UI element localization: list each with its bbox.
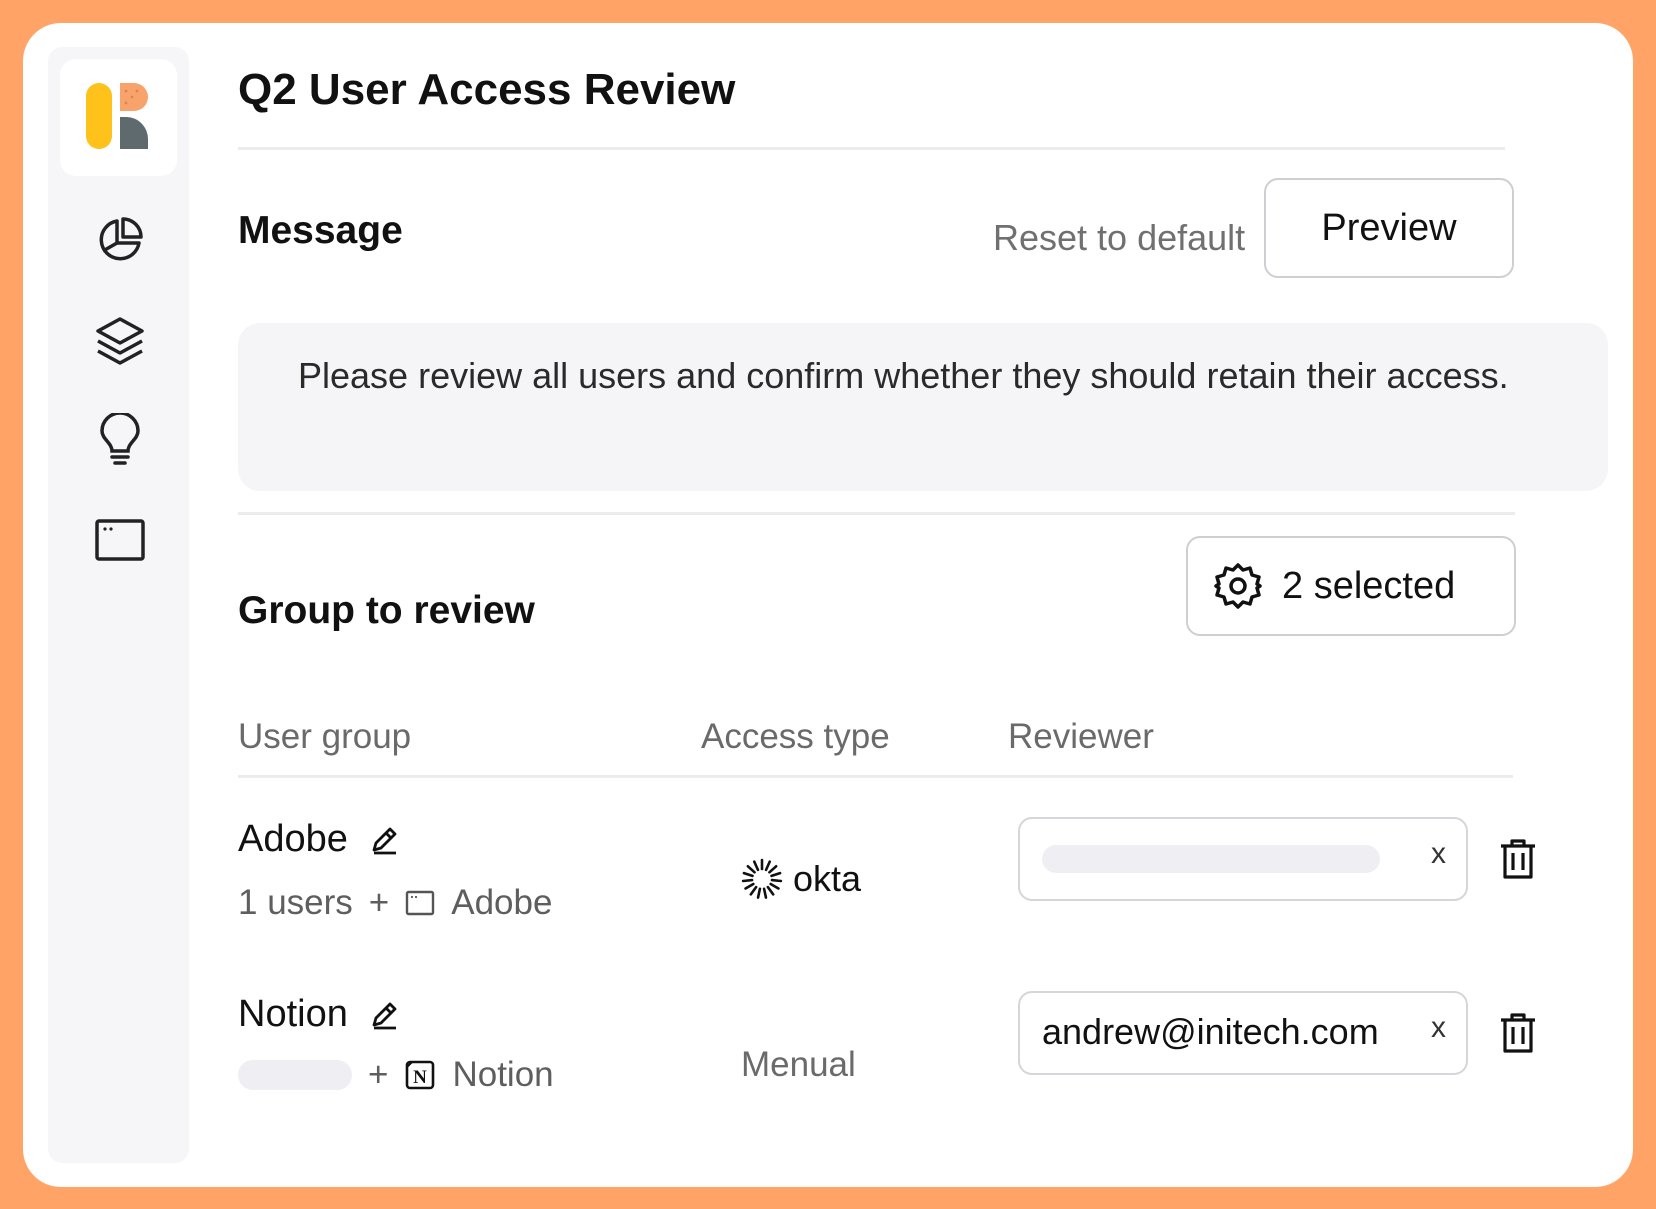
okta-logo-icon (741, 858, 783, 899)
lightbulb-icon (100, 413, 140, 465)
table-row-notion-name: Notion (238, 993, 400, 1036)
layers-icon (96, 317, 144, 365)
access-type-okta: okta (741, 858, 861, 900)
group-selector-button[interactable]: 2 selected (1186, 536, 1516, 636)
delete-row-button[interactable] (1493, 834, 1543, 884)
gear-icon (1214, 563, 1262, 609)
group-name: Adobe (238, 818, 348, 860)
table-header-divider (238, 775, 1513, 778)
reset-to-default-link[interactable]: Reset to default (993, 217, 1245, 259)
column-header-reviewer: Reviewer (1008, 717, 1154, 756)
access-type-manual: Menual (741, 1045, 856, 1084)
reviewer-placeholder-skeleton (1042, 845, 1380, 873)
trash-icon (1501, 839, 1535, 879)
table-row-notion-details: + N Notion (238, 1055, 554, 1095)
trash-icon (1501, 1013, 1535, 1053)
preview-button-label: Preview (1321, 206, 1457, 249)
message-section-title: Message (238, 209, 403, 252)
okta-wordmark: okta (793, 858, 862, 899)
sidebar-item-layers[interactable] (92, 312, 148, 368)
svg-text:N: N (414, 1067, 428, 1088)
app-frame: Q2 User Access Review Message Reset to d… (23, 23, 1633, 1187)
sidebar-item-insights[interactable] (92, 412, 148, 468)
divider (238, 147, 1505, 150)
app-name: Notion (452, 1055, 554, 1094)
users-count-skeleton (238, 1060, 352, 1090)
column-header-access-type: Access type (701, 717, 890, 756)
app-name: Adobe (451, 883, 553, 922)
reviewer-field[interactable]: andrew@initech.com x (1018, 991, 1468, 1075)
browser-window-icon (406, 890, 435, 916)
table-row-adobe-name: Adobe (238, 818, 400, 861)
plus-sign: + (368, 1055, 389, 1094)
logo-icon (86, 83, 148, 149)
column-header-user-group: User group (238, 717, 412, 756)
sidebar (48, 47, 189, 1163)
notion-logo-icon: N (406, 1060, 435, 1090)
reviewer-field[interactable]: x (1018, 817, 1468, 901)
preview-button[interactable]: Preview (1264, 178, 1514, 278)
group-name: Notion (238, 993, 348, 1035)
pencil-icon[interactable] (368, 999, 400, 1031)
sidebar-item-analytics[interactable] (92, 212, 148, 268)
table-row-adobe-details: 1 users + Adobe (238, 883, 552, 923)
pie-chart-icon (99, 217, 143, 261)
clear-reviewer-button[interactable]: x (1431, 837, 1446, 871)
selected-count-label: 2 selected (1282, 564, 1456, 607)
clear-reviewer-button[interactable]: x (1431, 1011, 1446, 1045)
message-textarea[interactable]: Please review all users and confirm whet… (238, 323, 1608, 491)
pencil-icon[interactable] (368, 824, 400, 856)
main-content: Q2 User Access Review Message Reset to d… (238, 23, 1608, 1187)
message-text: Please review all users and confirm whet… (298, 355, 1509, 396)
divider (238, 512, 1515, 515)
group-section-title: Group to review (238, 589, 535, 632)
delete-row-button[interactable] (1493, 1008, 1543, 1058)
brand-logo[interactable] (60, 59, 177, 176)
plus-sign: + (368, 883, 390, 922)
browser-window-icon (95, 519, 145, 561)
reviewer-email: andrew@initech.com (1042, 1011, 1379, 1052)
users-count: 1 users (238, 883, 353, 922)
sidebar-item-apps[interactable] (92, 512, 148, 568)
page-title: Q2 User Access Review (238, 65, 736, 114)
